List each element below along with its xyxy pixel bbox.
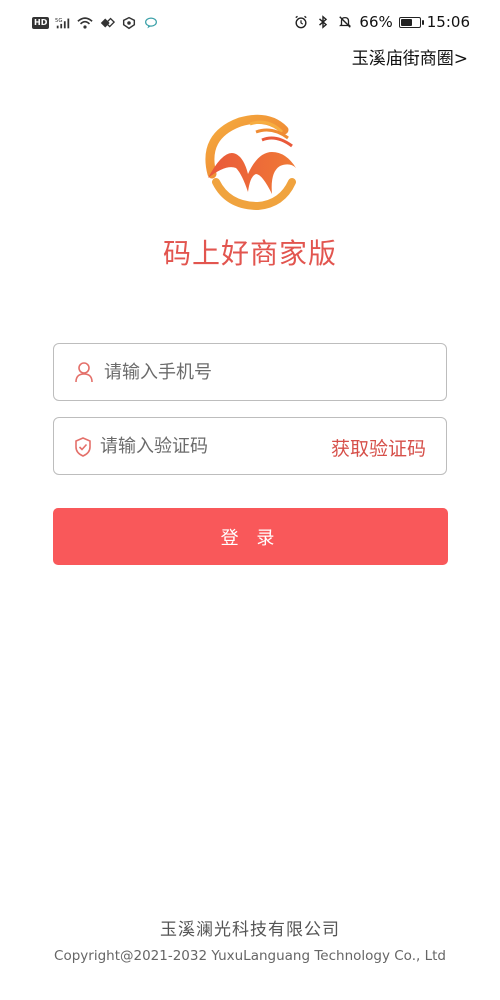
get-code-button[interactable]: 获取验证码 bbox=[331, 434, 426, 461]
wifi-icon bbox=[77, 17, 93, 29]
battery-icon bbox=[398, 16, 424, 28]
phone-input[interactable] bbox=[104, 344, 304, 400]
shield-app-icon bbox=[123, 16, 136, 30]
brand-logo-m-icon bbox=[205, 114, 296, 211]
hd-badge: HD bbox=[32, 17, 50, 29]
status-right: 66% 15:06 bbox=[293, 13, 470, 31]
bluetooth-icon bbox=[319, 15, 328, 29]
signal-icon: 5G bbox=[55, 18, 70, 29]
status-time: 15:06 bbox=[426, 13, 470, 31]
shield-check-icon bbox=[75, 437, 91, 457]
company-name: 玉溪澜光科技有限公司 bbox=[160, 920, 340, 940]
data-saver-icon bbox=[101, 17, 116, 28]
chat-bubble-icon bbox=[145, 17, 158, 29]
verification-code-field[interactable]: 获取验证码 bbox=[53, 417, 447, 475]
district-link[interactable]: 玉溪庙街商圈> bbox=[352, 44, 468, 69]
status-left: HD 5G bbox=[32, 16, 159, 30]
copyright-text: Copyright@2021-2032 YuxuLanguang Technol… bbox=[54, 948, 446, 964]
verification-code-input[interactable] bbox=[100, 418, 280, 474]
battery-fill bbox=[400, 18, 412, 26]
user-icon bbox=[75, 362, 93, 383]
mute-icon bbox=[339, 16, 352, 28]
battery-percent: 66% bbox=[359, 13, 393, 31]
phone-field[interactable] bbox=[53, 343, 447, 401]
app-title: 码上好商家版 bbox=[162, 237, 337, 270]
network-label: 5G bbox=[55, 18, 63, 24]
login-button[interactable]: 登 录 bbox=[53, 508, 448, 565]
alarm-icon bbox=[295, 15, 308, 29]
